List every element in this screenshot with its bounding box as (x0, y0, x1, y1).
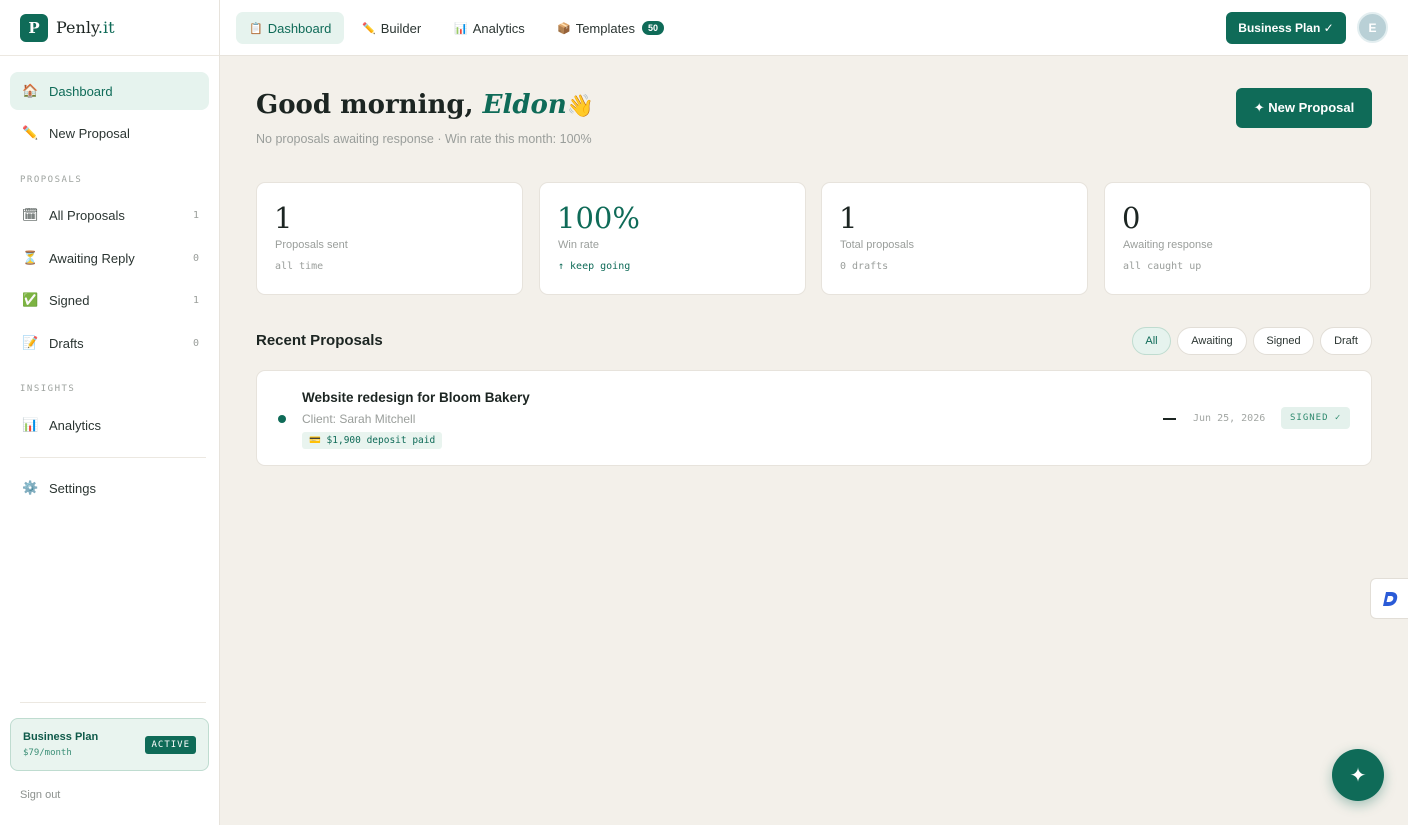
stat-card-awaiting-response: 0 Awaiting response all caught up (1104, 182, 1371, 295)
stat-card-total-proposals: 1 Total proposals 0 drafts (821, 182, 1088, 295)
sidebar-item-all-proposals[interactable]: 🗓 All Proposals 1 (10, 196, 209, 234)
sidebar-item-analytics[interactable]: 📊 Analytics (10, 406, 209, 444)
stat-note: all time (275, 261, 324, 272)
greeting-prefix: Good morning, (256, 90, 483, 120)
sidebar-divider (20, 457, 206, 458)
business-plan-button[interactable]: Business Plan ✓ (1226, 12, 1346, 44)
side-widget-tab[interactable] (1370, 578, 1408, 619)
stat-value: 0 (1122, 201, 1141, 235)
brand-name: Penly.it (56, 18, 115, 37)
templates-count-badge: 50 (641, 21, 664, 35)
sidebar-item-dashboard[interactable]: 🏠 Dashboard (10, 72, 209, 110)
tab-builder[interactable]: ✏️ Builder (349, 12, 434, 44)
filter-awaiting[interactable]: Awaiting (1177, 327, 1247, 355)
tab-label: Dashboard (267, 20, 332, 36)
calendar-icon: 🗓 (22, 207, 39, 222)
recent-proposals-heading: Recent Proposals (256, 332, 383, 349)
d-logo-icon (1382, 591, 1397, 606)
filter-signed[interactable]: Signed (1253, 327, 1314, 355)
sidebar-item-count: 1 (192, 209, 199, 221)
memo-icon: 📝 (22, 335, 39, 350)
proposal-date: Jun 25, 2026 (1193, 413, 1266, 424)
clipboard-icon: 📋 (249, 22, 263, 35)
greeting-heading: Good morning, Eldon👋 (256, 90, 594, 120)
proposal-row[interactable]: Website redesign for Bloom Bakery Client… (256, 370, 1372, 466)
section-label-proposals: PROPOSALS (20, 175, 83, 185)
waving-hand-icon: 👋 (566, 94, 595, 119)
brand-name-main: Penly (56, 18, 98, 37)
sidebar-divider (20, 702, 206, 703)
plan-status-badge: ACTIVE (145, 736, 196, 754)
status-dot (278, 415, 286, 423)
stat-value: 100% (557, 201, 640, 235)
stat-value: 1 (274, 201, 293, 235)
sidebar-item-count: 0 (192, 337, 199, 349)
sidebar-item-label: Analytics (49, 417, 102, 433)
sidebar-item-label: New Proposal (49, 125, 130, 141)
stat-card-win-rate: 100% Win rate ↑ keep going (539, 182, 806, 295)
sidebar-item-count: 0 (192, 252, 199, 264)
stat-note: all caught up (1123, 261, 1202, 272)
stat-note: 0 drafts (840, 261, 889, 272)
greeting-subtitle: No proposals awaiting response · Win rat… (256, 132, 592, 146)
proposal-client: Client: Sarah Mitchell (302, 412, 416, 426)
filter-draft[interactable]: Draft (1320, 327, 1372, 355)
stat-card-proposals-sent: 1 Proposals sent all time (256, 182, 523, 295)
sidebar-item-new-proposal[interactable]: ✏️ New Proposal (10, 114, 209, 152)
home-icon: 🏠 (22, 83, 39, 98)
tab-label: Analytics (472, 20, 525, 36)
tab-label: Builder (380, 20, 422, 36)
pencil-icon: ✏️ (362, 22, 376, 35)
plan-card[interactable]: Business Plan $79/month ACTIVE (10, 718, 209, 771)
hourglass-icon: ⏳ (22, 250, 39, 265)
section-label-insights: INSIGHTS (20, 384, 76, 394)
package-icon: 📦 (557, 22, 571, 35)
stat-value: 1 (839, 201, 858, 235)
deposit-badge: 💳 $1,900 deposit paid (302, 432, 443, 449)
sidebar-item-label: Awaiting Reply (49, 250, 135, 266)
plan-price: $79/month (23, 748, 72, 758)
sidebar-item-label: All Proposals (49, 207, 125, 223)
sidebar: P Penly.it 🏠 Dashboard ✏️ New Proposal P… (0, 0, 220, 825)
sidebar-item-awaiting-reply[interactable]: ⏳ Awaiting Reply 0 (10, 239, 209, 277)
bar-chart-icon: 📊 (22, 417, 39, 432)
status-badge: SIGNED ✓ (1281, 407, 1351, 429)
gear-icon: ⚙️ (22, 480, 39, 495)
brand[interactable]: P Penly.it (0, 0, 219, 56)
filter-all[interactable]: All (1132, 327, 1171, 355)
brand-logo: P (20, 13, 48, 42)
greeting-name: Eldon (482, 90, 567, 120)
sidebar-item-settings[interactable]: ⚙️ Settings (10, 469, 209, 507)
sidebar-item-label: Settings (49, 480, 96, 496)
tab-label: Templates (575, 20, 635, 36)
tab-analytics[interactable]: 📊 Analytics (441, 12, 538, 44)
stat-label: Awaiting response (1123, 239, 1213, 251)
topbar: 📋 Dashboard ✏️ Builder 📊 Analytics 📦 Tem… (220, 0, 1408, 56)
stat-label: Win rate (558, 239, 599, 251)
proposal-title: Website redesign for Bloom Bakery (302, 390, 530, 405)
brand-name-accent: .it (97, 18, 115, 37)
sidebar-item-label: Signed (49, 292, 90, 308)
avatar[interactable]: E (1357, 12, 1388, 43)
bar-chart-icon: 📊 (454, 22, 468, 35)
tab-dashboard[interactable]: 📋 Dashboard (236, 12, 345, 44)
sidebar-item-drafts[interactable]: 📝 Drafts 0 (10, 324, 209, 362)
sparkle-fab-button[interactable]: ✦ (1332, 749, 1384, 801)
check-mark-icon: ✅ (22, 292, 39, 307)
sparkle-icon: ✦ (1349, 764, 1367, 787)
plan-name: Business Plan (23, 731, 99, 743)
sidebar-item-label: Dashboard (49, 83, 113, 99)
new-proposal-button[interactable]: ✦ New Proposal (1236, 88, 1372, 128)
pencil-icon: ✏️ (22, 125, 39, 140)
sidebar-item-signed[interactable]: ✅ Signed 1 (10, 281, 209, 319)
tab-templates[interactable]: 📦 Templates 50 (544, 12, 677, 44)
sign-out-link[interactable]: Sign out (20, 789, 60, 801)
stat-label: Proposals sent (275, 239, 348, 251)
sidebar-item-count: 1 (192, 294, 199, 306)
stat-note: ↑ keep going (558, 261, 631, 272)
dash-icon (1163, 418, 1176, 420)
stat-label: Total proposals (840, 239, 914, 251)
sidebar-item-label: Drafts (49, 335, 84, 351)
